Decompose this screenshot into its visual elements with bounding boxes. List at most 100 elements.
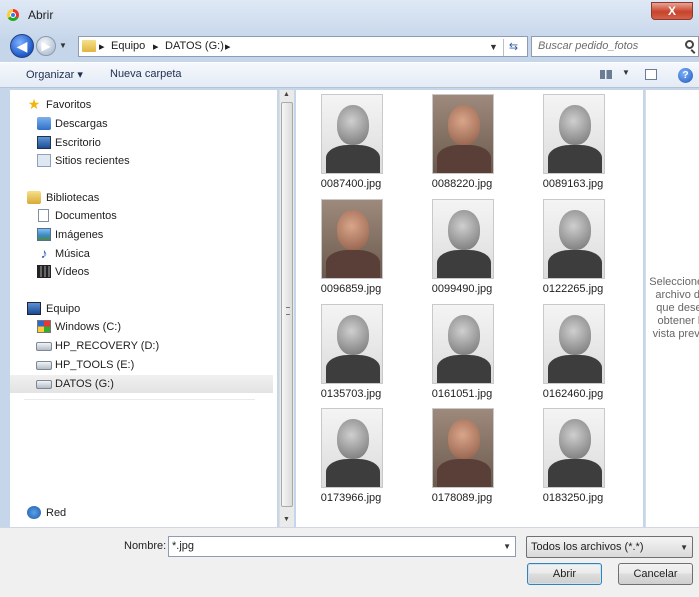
nav-computer-label: Equipo xyxy=(46,303,81,315)
filename-label: Nombre: xyxy=(124,540,167,552)
file-item[interactable]: 0183250.jpg xyxy=(523,404,623,504)
address-dropdown-icon[interactable]: ▼ xyxy=(489,42,498,52)
photo-thumbnail[interactable] xyxy=(543,408,605,488)
downloads-icon xyxy=(37,117,51,130)
drive-icon xyxy=(36,361,52,370)
toolbar: Organizar ▾ Nueva carpeta ▼ ? xyxy=(0,62,699,88)
nav-item-windows-c[interactable]: Windows (C:) xyxy=(10,318,273,336)
photo-thumbnail[interactable] xyxy=(321,304,383,384)
scrollbar-thumb[interactable] xyxy=(281,102,293,507)
organize-menu[interactable]: Organizar ▾ xyxy=(26,68,83,81)
new-folder-button[interactable]: Nueva carpeta xyxy=(110,68,182,80)
file-item[interactable]: 0088220.jpg xyxy=(412,90,512,190)
chrome-icon xyxy=(7,9,19,21)
nav-item-videos[interactable]: Vídeos xyxy=(10,263,273,281)
nav-item-label: Imágenes xyxy=(55,229,104,241)
open-file-dialog: Abrir X ◀ ▶ ▼ ▸ Equipo ▸ DATOS (G:) ▸ ▼ … xyxy=(0,0,699,597)
nav-network[interactable]: Red xyxy=(10,504,273,522)
file-item[interactable]: 0122265.jpg xyxy=(523,195,623,295)
file-name: 0096859.jpg xyxy=(320,283,382,295)
cancel-button[interactable]: Cancelar xyxy=(618,563,693,585)
file-item[interactable]: 0087400.jpg xyxy=(301,90,401,190)
filename-input[interactable]: *.jpg ▼ xyxy=(168,536,516,557)
nav-item-label: HP_RECOVERY (D:) xyxy=(55,340,160,352)
chevron-right-icon: ▸ xyxy=(153,41,159,53)
file-name: 0087400.jpg xyxy=(320,178,382,190)
chevron-down-icon[interactable]: ▼ xyxy=(503,542,511,551)
scroll-down-icon[interactable]: ▼ xyxy=(283,516,290,523)
nav-item-label: DATOS (G:) xyxy=(55,378,114,390)
forward-button[interactable]: ▶ xyxy=(36,36,56,56)
file-type-value: Todos los archivos (*.*) xyxy=(531,541,644,553)
file-item[interactable]: 0161051.jpg xyxy=(412,300,512,400)
nav-item-label: Documentos xyxy=(55,210,117,222)
nav-item-musica[interactable]: ♪ Música xyxy=(10,245,273,263)
nav-item-hp-tools[interactable]: HP_TOOLS (E:) xyxy=(10,356,273,374)
file-item[interactable]: 0089163.jpg xyxy=(523,90,623,190)
breadcrumb-equipo[interactable]: Equipo xyxy=(111,40,145,52)
nav-item-escritorio[interactable]: Escritorio xyxy=(10,134,273,152)
search-input[interactable]: Buscar pedido_fotos xyxy=(531,36,699,57)
photo-thumbnail[interactable] xyxy=(321,199,383,279)
nav-item-documentos[interactable]: Documentos xyxy=(10,207,273,225)
file-item[interactable]: 0173966.jpg xyxy=(301,404,401,504)
scroll-up-icon[interactable]: ▲ xyxy=(283,91,290,98)
file-item[interactable]: 0135703.jpg xyxy=(301,300,401,400)
photo-thumbnail[interactable] xyxy=(543,94,605,174)
windows-drive-icon xyxy=(37,320,51,333)
search-placeholder: Buscar pedido_fotos xyxy=(538,40,639,52)
nav-item-label: Descargas xyxy=(55,118,108,130)
nav-item-imagenes[interactable]: Imágenes xyxy=(10,226,273,244)
chevron-right-icon[interactable]: ▸ xyxy=(225,40,231,53)
refresh-icon[interactable]: ⇆ xyxy=(503,39,523,56)
file-item[interactable]: 0099490.jpg xyxy=(412,195,512,295)
view-options-icon[interactable] xyxy=(600,70,612,79)
open-button[interactable]: Abrir xyxy=(527,563,602,585)
nav-libraries[interactable]: Bibliotecas xyxy=(10,189,273,207)
photo-thumbnail[interactable] xyxy=(321,94,383,174)
file-name: 0178089.jpg xyxy=(431,492,493,504)
nav-item-datos-g[interactable]: DATOS (G:) xyxy=(10,375,273,393)
file-item[interactable]: 0096859.jpg xyxy=(301,195,401,295)
photo-thumbnail[interactable] xyxy=(543,199,605,279)
address-bar[interactable]: ▸ Equipo ▸ DATOS (G:) ▸ ▼ ⇆ xyxy=(78,36,528,57)
history-dropdown-icon[interactable]: ▼ xyxy=(59,41,67,50)
file-name: 0162460.jpg xyxy=(542,388,604,400)
nav-item-descargas[interactable]: Descargas xyxy=(10,115,273,133)
window-title: Abrir xyxy=(28,8,54,22)
file-name: 0099490.jpg xyxy=(431,283,493,295)
nav-computer[interactable]: Equipo xyxy=(10,300,273,318)
preview-pane: Seleccione el archivo del que desea obte… xyxy=(645,90,699,527)
computer-icon xyxy=(27,302,41,315)
search-icon[interactable] xyxy=(685,40,694,49)
file-type-select[interactable]: Todos los archivos (*.*) ▼ xyxy=(526,536,693,558)
file-item[interactable]: 0162460.jpg xyxy=(523,300,623,400)
nav-item-sitios-recientes[interactable]: Sitios recientes xyxy=(10,152,273,170)
breadcrumb-datos[interactable]: DATOS (G:) xyxy=(165,40,224,52)
view-dropdown-icon[interactable]: ▼ xyxy=(622,68,630,77)
photo-thumbnail[interactable] xyxy=(432,94,494,174)
photo-thumbnail[interactable] xyxy=(432,199,494,279)
photo-thumbnail[interactable] xyxy=(543,304,605,384)
nav-item-hp-recovery[interactable]: HP_RECOVERY (D:) xyxy=(10,337,273,355)
libraries-icon xyxy=(27,191,41,204)
nav-network-label: Red xyxy=(46,507,67,519)
close-button[interactable]: X xyxy=(651,2,693,20)
chevron-down-icon[interactable]: ▼ xyxy=(680,543,688,552)
folder-icon xyxy=(82,40,96,52)
file-name: 0088220.jpg xyxy=(431,178,493,190)
photo-thumbnail[interactable] xyxy=(432,408,494,488)
back-button[interactable]: ◀ xyxy=(10,34,34,58)
preview-pane-icon[interactable] xyxy=(645,69,657,80)
photo-thumbnail[interactable] xyxy=(432,304,494,384)
photo-thumbnail[interactable] xyxy=(321,408,383,488)
nav-scrollbar[interactable]: ▲ ▼ xyxy=(279,90,294,527)
file-item[interactable]: 0178089.jpg xyxy=(412,404,512,504)
nav-item-label: Vídeos xyxy=(55,266,90,278)
help-icon[interactable]: ? xyxy=(678,68,693,83)
navigation-pane: ★ Favoritos Descargas Escritorio Sitios … xyxy=(10,90,277,527)
file-name: 0161051.jpg xyxy=(431,388,493,400)
videos-icon xyxy=(37,265,51,278)
nav-favorites[interactable]: ★ Favoritos xyxy=(10,96,273,114)
preview-message: Seleccione el archivo del que desea obte… xyxy=(649,276,699,340)
